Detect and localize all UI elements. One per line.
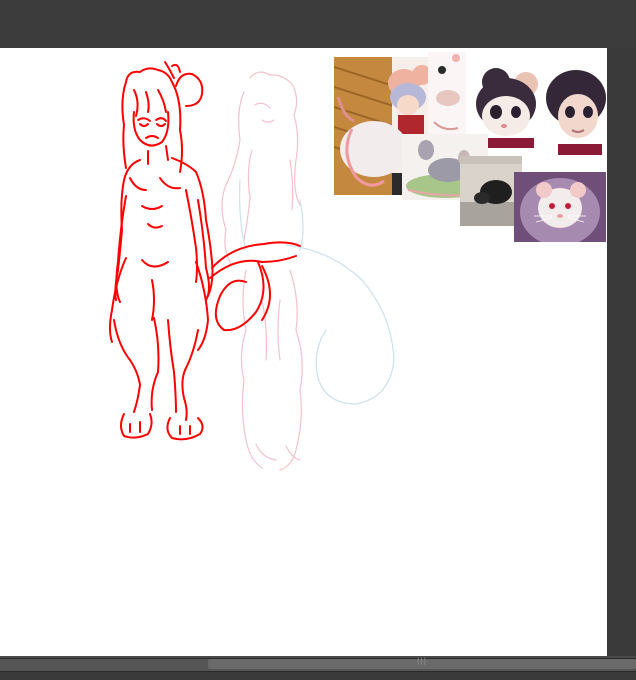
right-panel-edge [607, 48, 636, 656]
reference-white-rat-photo[interactable] [514, 172, 606, 242]
drawing-canvas[interactable] [0, 48, 607, 656]
top-toolbar-area [0, 0, 636, 48]
grip-lines-icon[interactable]: ||| [417, 657, 427, 665]
status-strip [0, 672, 636, 680]
reference-black-rat-photo[interactable] [460, 156, 522, 226]
horizontal-scrollbar[interactable]: ||| [0, 656, 636, 680]
red-lineart-layer [109, 61, 301, 441]
